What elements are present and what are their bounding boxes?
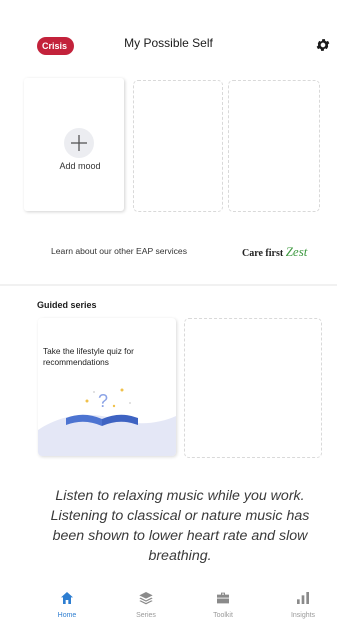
home-icon (61, 592, 73, 604)
plus-icon (71, 135, 87, 151)
daily-tip: Listen to relaxing music while you work.… (50, 488, 310, 564)
nav-label: Insights (290, 612, 316, 619)
phone-screen: Crisis My Possible Self Add mood Learn a… (0, 0, 337, 642)
quiz-card-text: Take the lifestyle quiz for recommendati… (43, 346, 134, 367)
app-title: My Possible Self (124, 36, 213, 50)
divider (0, 284, 337, 286)
svg-text:?: ? (98, 391, 108, 411)
series-placeholder-card (184, 318, 322, 458)
nav-label: Toolkit (213, 612, 233, 619)
app-header: Crisis My Possible Self (0, 28, 337, 62)
nav-home[interactable]: Home (37, 590, 97, 619)
eap-services-link[interactable]: Learn about our other EAP services (51, 246, 187, 256)
nav-label: Home (57, 612, 77, 619)
mood-placeholder-card (133, 80, 223, 212)
lifestyle-quiz-card[interactable]: ? (38, 318, 176, 456)
bottom-nav: Home Series Toolkit Insights (37, 590, 337, 630)
book-quiz-illustration: ? (38, 388, 176, 456)
nav-label: Series (136, 612, 156, 619)
logo-script: Zest (285, 244, 308, 259)
gear-icon[interactable] (315, 37, 331, 53)
carefirst-zest-logo[interactable]: Care first Zest (242, 244, 307, 260)
nav-insights[interactable]: Insights (273, 590, 333, 619)
briefcase-icon (217, 592, 229, 604)
add-mood-button[interactable] (64, 128, 94, 158)
nav-series[interactable]: Series (116, 590, 176, 619)
mood-placeholder-card (228, 80, 320, 212)
nav-toolkit[interactable]: Toolkit (193, 590, 253, 619)
bar-chart-icon (297, 592, 309, 604)
layers-icon (139, 592, 153, 605)
add-mood-label: Add mood (59, 161, 101, 171)
logo-text: Care first (242, 248, 284, 259)
guided-series-title: Guided series (37, 300, 97, 310)
